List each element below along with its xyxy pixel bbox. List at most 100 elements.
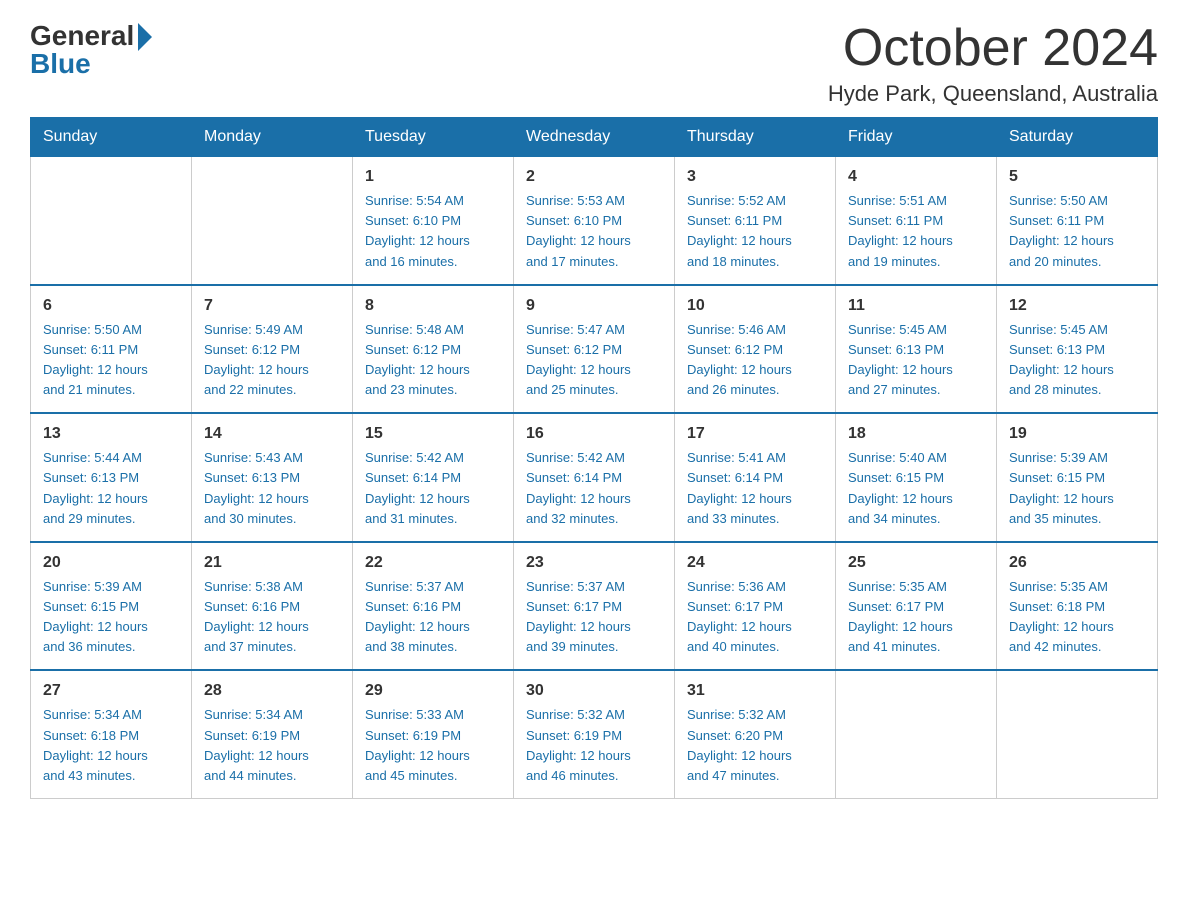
day-number: 6 — [43, 294, 179, 318]
calendar-cell: 24Sunrise: 5:36 AM Sunset: 6:17 PM Dayli… — [675, 542, 836, 671]
day-info: Sunrise: 5:32 AM Sunset: 6:20 PM Dayligh… — [687, 705, 823, 786]
logo-blue-text: Blue — [30, 48, 91, 80]
calendar-cell: 28Sunrise: 5:34 AM Sunset: 6:19 PM Dayli… — [192, 670, 353, 798]
day-info: Sunrise: 5:52 AM Sunset: 6:11 PM Dayligh… — [687, 191, 823, 272]
calendar-cell: 17Sunrise: 5:41 AM Sunset: 6:14 PM Dayli… — [675, 413, 836, 542]
calendar-cell — [997, 670, 1158, 798]
day-number: 5 — [1009, 165, 1145, 189]
day-info: Sunrise: 5:38 AM Sunset: 6:16 PM Dayligh… — [204, 577, 340, 658]
day-info: Sunrise: 5:33 AM Sunset: 6:19 PM Dayligh… — [365, 705, 501, 786]
calendar-cell: 31Sunrise: 5:32 AM Sunset: 6:20 PM Dayli… — [675, 670, 836, 798]
day-info: Sunrise: 5:45 AM Sunset: 6:13 PM Dayligh… — [1009, 320, 1145, 401]
calendar-title: October 2024 — [828, 20, 1158, 77]
day-number: 21 — [204, 551, 340, 575]
day-header-friday: Friday — [836, 118, 997, 157]
calendar-cell: 12Sunrise: 5:45 AM Sunset: 6:13 PM Dayli… — [997, 285, 1158, 414]
day-header-monday: Monday — [192, 118, 353, 157]
calendar-cell: 20Sunrise: 5:39 AM Sunset: 6:15 PM Dayli… — [31, 542, 192, 671]
day-number: 29 — [365, 679, 501, 703]
calendar-cell: 15Sunrise: 5:42 AM Sunset: 6:14 PM Dayli… — [353, 413, 514, 542]
week-row-5: 27Sunrise: 5:34 AM Sunset: 6:18 PM Dayli… — [31, 670, 1158, 798]
day-number: 16 — [526, 422, 662, 446]
calendar-cell: 25Sunrise: 5:35 AM Sunset: 6:17 PM Dayli… — [836, 542, 997, 671]
calendar-cell: 14Sunrise: 5:43 AM Sunset: 6:13 PM Dayli… — [192, 413, 353, 542]
calendar-cell: 3Sunrise: 5:52 AM Sunset: 6:11 PM Daylig… — [675, 157, 836, 285]
week-row-2: 6Sunrise: 5:50 AM Sunset: 6:11 PM Daylig… — [31, 285, 1158, 414]
day-number: 3 — [687, 165, 823, 189]
calendar-cell: 18Sunrise: 5:40 AM Sunset: 6:15 PM Dayli… — [836, 413, 997, 542]
day-number: 27 — [43, 679, 179, 703]
day-number: 11 — [848, 294, 984, 318]
logo-arrow-icon — [138, 23, 152, 51]
day-header-sunday: Sunday — [31, 118, 192, 157]
day-number: 17 — [687, 422, 823, 446]
week-row-3: 13Sunrise: 5:44 AM Sunset: 6:13 PM Dayli… — [31, 413, 1158, 542]
calendar-cell — [192, 157, 353, 285]
calendar-cell: 27Sunrise: 5:34 AM Sunset: 6:18 PM Dayli… — [31, 670, 192, 798]
calendar-cell: 22Sunrise: 5:37 AM Sunset: 6:16 PM Dayli… — [353, 542, 514, 671]
day-info: Sunrise: 5:53 AM Sunset: 6:10 PM Dayligh… — [526, 191, 662, 272]
calendar-cell: 23Sunrise: 5:37 AM Sunset: 6:17 PM Dayli… — [514, 542, 675, 671]
day-number: 15 — [365, 422, 501, 446]
calendar-cell: 6Sunrise: 5:50 AM Sunset: 6:11 PM Daylig… — [31, 285, 192, 414]
day-header-saturday: Saturday — [997, 118, 1158, 157]
calendar-cell — [836, 670, 997, 798]
day-info: Sunrise: 5:40 AM Sunset: 6:15 PM Dayligh… — [848, 448, 984, 529]
calendar-cell: 2Sunrise: 5:53 AM Sunset: 6:10 PM Daylig… — [514, 157, 675, 285]
calendar-subtitle: Hyde Park, Queensland, Australia — [828, 81, 1158, 107]
day-number: 19 — [1009, 422, 1145, 446]
day-info: Sunrise: 5:42 AM Sunset: 6:14 PM Dayligh… — [526, 448, 662, 529]
day-number: 10 — [687, 294, 823, 318]
day-info: Sunrise: 5:32 AM Sunset: 6:19 PM Dayligh… — [526, 705, 662, 786]
day-number: 23 — [526, 551, 662, 575]
day-number: 28 — [204, 679, 340, 703]
day-number: 31 — [687, 679, 823, 703]
day-number: 22 — [365, 551, 501, 575]
day-number: 20 — [43, 551, 179, 575]
day-info: Sunrise: 5:35 AM Sunset: 6:18 PM Dayligh… — [1009, 577, 1145, 658]
calendar-cell: 8Sunrise: 5:48 AM Sunset: 6:12 PM Daylig… — [353, 285, 514, 414]
day-header-tuesday: Tuesday — [353, 118, 514, 157]
calendar-cell: 13Sunrise: 5:44 AM Sunset: 6:13 PM Dayli… — [31, 413, 192, 542]
day-number: 26 — [1009, 551, 1145, 575]
calendar-table: SundayMondayTuesdayWednesdayThursdayFrid… — [30, 117, 1158, 799]
calendar-cell: 7Sunrise: 5:49 AM Sunset: 6:12 PM Daylig… — [192, 285, 353, 414]
day-number: 18 — [848, 422, 984, 446]
day-info: Sunrise: 5:49 AM Sunset: 6:12 PM Dayligh… — [204, 320, 340, 401]
day-info: Sunrise: 5:48 AM Sunset: 6:12 PM Dayligh… — [365, 320, 501, 401]
day-info: Sunrise: 5:47 AM Sunset: 6:12 PM Dayligh… — [526, 320, 662, 401]
calendar-cell: 21Sunrise: 5:38 AM Sunset: 6:16 PM Dayli… — [192, 542, 353, 671]
day-number: 1 — [365, 165, 501, 189]
day-number: 4 — [848, 165, 984, 189]
calendar-cell: 19Sunrise: 5:39 AM Sunset: 6:15 PM Dayli… — [997, 413, 1158, 542]
day-number: 30 — [526, 679, 662, 703]
day-header-thursday: Thursday — [675, 118, 836, 157]
day-info: Sunrise: 5:36 AM Sunset: 6:17 PM Dayligh… — [687, 577, 823, 658]
day-number: 2 — [526, 165, 662, 189]
day-info: Sunrise: 5:41 AM Sunset: 6:14 PM Dayligh… — [687, 448, 823, 529]
day-header-wednesday: Wednesday — [514, 118, 675, 157]
day-number: 7 — [204, 294, 340, 318]
calendar-cell: 10Sunrise: 5:46 AM Sunset: 6:12 PM Dayli… — [675, 285, 836, 414]
calendar-cell: 11Sunrise: 5:45 AM Sunset: 6:13 PM Dayli… — [836, 285, 997, 414]
day-info: Sunrise: 5:54 AM Sunset: 6:10 PM Dayligh… — [365, 191, 501, 272]
day-info: Sunrise: 5:35 AM Sunset: 6:17 PM Dayligh… — [848, 577, 984, 658]
day-info: Sunrise: 5:50 AM Sunset: 6:11 PM Dayligh… — [43, 320, 179, 401]
day-info: Sunrise: 5:37 AM Sunset: 6:16 PM Dayligh… — [365, 577, 501, 658]
calendar-cell: 1Sunrise: 5:54 AM Sunset: 6:10 PM Daylig… — [353, 157, 514, 285]
day-number: 9 — [526, 294, 662, 318]
calendar-cell: 30Sunrise: 5:32 AM Sunset: 6:19 PM Dayli… — [514, 670, 675, 798]
day-info: Sunrise: 5:51 AM Sunset: 6:11 PM Dayligh… — [848, 191, 984, 272]
day-info: Sunrise: 5:34 AM Sunset: 6:18 PM Dayligh… — [43, 705, 179, 786]
day-info: Sunrise: 5:43 AM Sunset: 6:13 PM Dayligh… — [204, 448, 340, 529]
day-number: 25 — [848, 551, 984, 575]
calendar-cell: 4Sunrise: 5:51 AM Sunset: 6:11 PM Daylig… — [836, 157, 997, 285]
day-number: 13 — [43, 422, 179, 446]
calendar-cell: 5Sunrise: 5:50 AM Sunset: 6:11 PM Daylig… — [997, 157, 1158, 285]
day-number: 12 — [1009, 294, 1145, 318]
calendar-cell: 16Sunrise: 5:42 AM Sunset: 6:14 PM Dayli… — [514, 413, 675, 542]
day-number: 8 — [365, 294, 501, 318]
calendar-cell — [31, 157, 192, 285]
day-info: Sunrise: 5:44 AM Sunset: 6:13 PM Dayligh… — [43, 448, 179, 529]
calendar-cell: 29Sunrise: 5:33 AM Sunset: 6:19 PM Dayli… — [353, 670, 514, 798]
